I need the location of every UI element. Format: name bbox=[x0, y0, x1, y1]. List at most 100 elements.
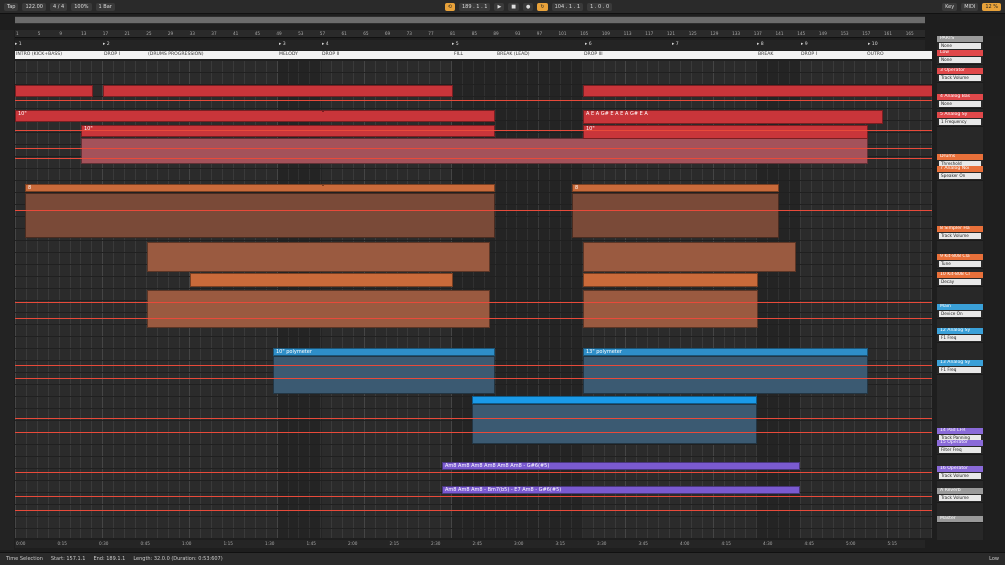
clip[interactable] bbox=[147, 242, 490, 272]
key-map-button[interactable]: Key bbox=[942, 2, 958, 11]
record-icon[interactable]: ● bbox=[523, 2, 534, 11]
track-name[interactable]: 5 Analog Sy bbox=[937, 112, 983, 118]
automation-chooser[interactable]: Track Volume bbox=[939, 233, 981, 239]
clip[interactable] bbox=[322, 110, 324, 112]
tempo-field[interactable]: 122.00 bbox=[22, 2, 46, 11]
automation-chooser[interactable]: None bbox=[939, 57, 981, 63]
automation-chooser[interactable]: Decay bbox=[939, 279, 981, 285]
track-name[interactable]: Main bbox=[937, 304, 983, 310]
clip[interactable] bbox=[572, 193, 779, 238]
automation-chooser[interactable]: None bbox=[939, 101, 981, 107]
arrangement-view[interactable]: 10" A E A G# E A E A G# E A 10" 10" 8 8 10" po… bbox=[15, 60, 932, 538]
clip[interactable] bbox=[81, 138, 868, 164]
clip[interactable]: 8 bbox=[25, 184, 495, 192]
clip[interactable] bbox=[583, 242, 796, 272]
track-header[interactable]: 3 Operator Track Volume bbox=[937, 68, 983, 83]
track-header[interactable]: 13 Analog Sy F1 Freq bbox=[937, 360, 983, 375]
track-header[interactable]: A Reverb Track Volume bbox=[937, 488, 983, 503]
clip[interactable]: 13" polymeter bbox=[583, 348, 868, 356]
arrangement-record-icon[interactable]: ⟲ bbox=[444, 2, 455, 11]
automation-chooser[interactable]: 1 Frequency bbox=[939, 119, 981, 125]
track-header[interactable]: 4 Analog Bas None bbox=[937, 94, 983, 109]
clip[interactable]: 10" polymeter bbox=[273, 348, 495, 356]
zoom-value[interactable]: 100% bbox=[71, 2, 92, 11]
overview-selection[interactable] bbox=[15, 17, 925, 23]
track-name[interactable]: 7 Analog Noi bbox=[937, 166, 983, 172]
beat-ruler[interactable]: 1 5 9 13 17 21 25 29 33 37 41 45 49 53 57 61 65 69 73 77 81 8… bbox=[15, 30, 925, 38]
automation-chooser[interactable]: Tune bbox=[939, 261, 981, 267]
track-name[interactable]: 14 Pad LFR bbox=[937, 428, 983, 434]
loop-start-field[interactable]: 104 . 1 . 1 bbox=[551, 2, 584, 11]
locator-marker[interactable]: ▸ 5 bbox=[452, 42, 459, 47]
track-name[interactable]: 13 Analog Sy bbox=[937, 360, 983, 366]
track-name[interactable]: 12 Analog Sy bbox=[937, 328, 983, 334]
automation-chooser[interactable]: Speaker On bbox=[939, 173, 981, 179]
track-header[interactable]: 12 Analog Sy F1 Freq bbox=[937, 328, 983, 343]
automation-chooser[interactable]: Track Volume bbox=[939, 495, 981, 501]
clip[interactable]: 10" bbox=[583, 125, 868, 139]
track-name[interactable]: Drums bbox=[937, 154, 983, 160]
loop-icon[interactable]: ↻ bbox=[537, 2, 548, 11]
track-name[interactable]: 3 Operator bbox=[937, 68, 983, 74]
track-name[interactable]: A Reverb bbox=[937, 488, 983, 494]
track-header[interactable]: 5 Analog Sy 1 Frequency bbox=[937, 112, 983, 127]
clip[interactable] bbox=[583, 273, 758, 287]
time-ruler[interactable]: 0:00 0:15 0:30 0:45 1:00 1:15 1:30 1:45 2:00 2:15… bbox=[15, 540, 925, 548]
automation-chooser[interactable]: None bbox=[939, 43, 981, 49]
track-header[interactable]: 7 Analog Noi Speaker On bbox=[937, 166, 983, 181]
locator-marker[interactable]: ▸ 1 bbox=[15, 42, 22, 47]
play-icon[interactable]: ▶ bbox=[494, 2, 505, 11]
track-name[interactable]: 16 Operator bbox=[937, 466, 983, 472]
track-header[interactable]: 10 Kit-808 Cl Decay bbox=[937, 272, 983, 287]
track-name[interactable]: 15 Operator bbox=[937, 440, 983, 446]
locator-marker[interactable]: ▸ 4 bbox=[322, 42, 329, 47]
locator-marker[interactable]: ▸ 2 bbox=[103, 42, 110, 47]
clip[interactable] bbox=[190, 273, 453, 287]
time-signature[interactable]: 4 / 4 bbox=[49, 2, 68, 11]
track-header[interactable]: Low None bbox=[937, 50, 983, 65]
track-name[interactable]: Low bbox=[937, 50, 983, 56]
locator-marker[interactable]: ▸ 3 bbox=[279, 42, 286, 47]
clip[interactable] bbox=[147, 290, 490, 328]
clip[interactable] bbox=[472, 404, 757, 444]
tap-button[interactable]: Tap bbox=[4, 2, 19, 11]
track-header[interactable]: 16 Operator Track Volume bbox=[937, 466, 983, 481]
midi-map-button[interactable]: MIDI bbox=[961, 2, 979, 11]
automation-chooser[interactable]: Filter Freq bbox=[939, 447, 981, 453]
clip[interactable]: A E A G# E A E A G# E A bbox=[583, 110, 883, 124]
clip[interactable]: Am8 Am8 Am8 Am8 Am8 Am8 - G#6(#5) bbox=[442, 462, 800, 470]
quantize-menu[interactable]: 1 Bar bbox=[95, 2, 115, 11]
clip[interactable] bbox=[583, 85, 932, 97]
automation-chooser[interactable]: Device On bbox=[939, 311, 981, 317]
clip[interactable]: 10" bbox=[81, 125, 495, 137]
automation-chooser[interactable]: F1 Freq bbox=[939, 335, 981, 341]
clip[interactable]: 10" bbox=[15, 110, 495, 122]
clip[interactable] bbox=[322, 184, 324, 186]
track-name[interactable]: 9 Kit-808 Cla bbox=[937, 254, 983, 260]
locator-marker[interactable]: ▸ 10 bbox=[868, 42, 878, 47]
track-header[interactable]: Main Device On bbox=[937, 304, 983, 319]
track-name[interactable]: Master bbox=[937, 516, 983, 522]
locator-marker[interactable]: ▸ 8 bbox=[757, 42, 764, 47]
track-name[interactable]: 8 Simpler Ha bbox=[937, 226, 983, 232]
track-header[interactable]: PARTS None bbox=[937, 36, 983, 51]
clip[interactable] bbox=[472, 396, 757, 404]
track-name[interactable]: 10 Kit-808 Cl bbox=[937, 272, 983, 278]
locator-marker[interactable]: ▸ 9 bbox=[801, 42, 808, 47]
track-header[interactable]: 8 Simpler Ha Track Volume bbox=[937, 226, 983, 241]
clip[interactable]: Am8 Am8 Am8 - Bm7(b5) - E7 Am8 - G#6(#5) bbox=[442, 486, 800, 494]
clip[interactable] bbox=[15, 85, 93, 97]
arrangement-overview[interactable] bbox=[15, 16, 925, 24]
clip[interactable] bbox=[103, 85, 453, 97]
track-header[interactable]: 15 Operator Filter Freq bbox=[937, 440, 983, 455]
clip[interactable]: 8 bbox=[572, 184, 779, 192]
locator-row[interactable]: ▸ 1 ▸ 2 ▸ 3 ▸ 4 ▸ 5 ▸ 6 ▸ 7 ▸ 8 ▸ 9 ▸ 10 bbox=[15, 40, 925, 50]
track-header[interactable]: 9 Kit-808 Cla Tune bbox=[937, 254, 983, 269]
locator-marker[interactable]: ▸ 7 bbox=[672, 42, 679, 47]
position-field[interactable]: 189 . 1 . 1 bbox=[458, 2, 491, 11]
automation-chooser[interactable]: F1 Freq bbox=[939, 367, 981, 373]
clip[interactable] bbox=[273, 356, 495, 394]
loop-length-field[interactable]: 1 . 0 . 0 bbox=[587, 2, 613, 11]
track-name[interactable]: PARTS bbox=[937, 36, 983, 42]
automation-chooser[interactable]: Track Volume bbox=[939, 75, 981, 81]
